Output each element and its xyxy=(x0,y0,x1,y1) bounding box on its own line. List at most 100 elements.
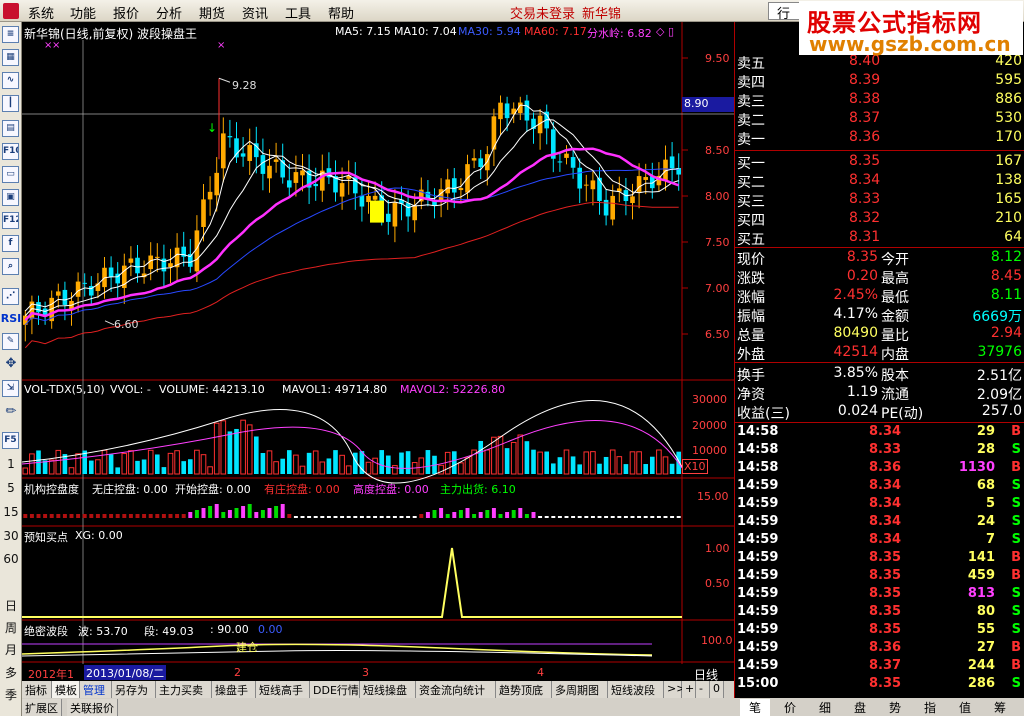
right-panel-tab[interactable]: 筹 xyxy=(985,699,1015,716)
move-icon[interactable]: ✥ xyxy=(2,356,20,371)
buy-level-row[interactable]: 买五 8.31 64 xyxy=(735,229,1024,248)
tick-row[interactable]: 14:59 8.35 141 B xyxy=(735,550,1024,568)
right-panel-tab[interactable]: 细 xyxy=(810,699,840,716)
indicator-tab[interactable]: 操盘手 xyxy=(212,681,256,698)
sell-level-row[interactable]: 卖三 8.38 886 xyxy=(735,91,1024,110)
tick-row[interactable]: 14:59 8.36 27 B xyxy=(735,640,1024,658)
sell-level-row[interactable]: 卖一 8.36 170 xyxy=(735,129,1024,148)
indicator-tab[interactable]: >> xyxy=(664,681,685,698)
menu-analysis[interactable]: 分析 xyxy=(156,3,182,22)
tick-row[interactable]: 14:59 8.34 24 S xyxy=(735,514,1024,532)
period-quarter[interactable]: 季 xyxy=(0,686,22,703)
indicator-tab[interactable]: 短线高手 xyxy=(256,681,310,698)
menu-tools[interactable]: 工具 xyxy=(285,3,311,22)
indicator-tab[interactable]: 趋势顶底 xyxy=(496,681,552,698)
expand-icon[interactable]: ◇ ▯ xyxy=(656,25,674,38)
app-icon[interactable] xyxy=(3,3,19,19)
tick-row[interactable]: 15:00 8.35 286 S xyxy=(735,676,1024,694)
right-panel-tab[interactable]: 势 xyxy=(880,699,910,716)
report-icon[interactable]: ▣ xyxy=(2,189,19,206)
kline-chart-svg[interactable]: × × ×↓ xyxy=(22,22,734,664)
tab-related-quote[interactable]: 关联报价 xyxy=(67,699,118,716)
tick-row[interactable]: 14:58 8.33 28 S xyxy=(735,442,1024,460)
indicator-tab[interactable]: 指标 xyxy=(22,681,52,698)
right-panel-tab[interactable]: 笔 xyxy=(740,699,770,716)
right-panel-tab[interactable]: 指 xyxy=(915,699,945,716)
right-panel-tab[interactable]: 价 xyxy=(775,699,805,716)
rsi-button[interactable]: RSI xyxy=(0,312,22,325)
indicator-tab[interactable]: + xyxy=(682,681,696,698)
indicator-tab[interactable]: 短线操盘 xyxy=(360,681,416,698)
menu-function[interactable]: 功能 xyxy=(70,3,96,22)
menu-help[interactable]: 帮助 xyxy=(328,3,354,22)
kline-chart-area[interactable]: × × × ↓ 新华锦(日线,前复权) 波段操盘王 MA5: 7.15 MA10: 7… xyxy=(22,22,734,682)
formula-icon[interactable]: f xyxy=(2,235,19,252)
indicator-tab[interactable]: DDE行情 xyxy=(310,681,360,698)
export-icon[interactable]: ⇲ xyxy=(2,380,19,397)
vol-indicator-name[interactable]: VOL-TDX(5,10) xyxy=(24,383,105,396)
inst-indicator-name[interactable]: 机构控盘度 xyxy=(24,481,79,497)
menu-system[interactable]: 系统 xyxy=(28,3,54,22)
tool-icon[interactable]: ✎ xyxy=(2,333,19,350)
news-icon[interactable]: ▤ xyxy=(2,120,19,137)
buy-level-row[interactable]: 买四 8.32 210 xyxy=(735,210,1024,229)
period-week[interactable]: 周 xyxy=(0,619,22,636)
indicator-tab[interactable]: 模板 xyxy=(52,681,80,698)
trend-icon[interactable]: ⋰ xyxy=(2,288,19,305)
tick-row[interactable]: 14:59 8.35 813 S xyxy=(735,586,1024,604)
period-day[interactable]: 日 xyxy=(0,597,22,614)
tick-row[interactable]: 14:59 8.34 68 S xyxy=(735,478,1024,496)
right-panel-tab[interactable]: 盘 xyxy=(845,699,875,716)
period-30min[interactable]: 30 xyxy=(0,529,22,543)
volume-bar xyxy=(240,419,246,475)
f10-icon[interactable]: F10 xyxy=(2,143,19,160)
tab-extension[interactable]: 扩展区 xyxy=(22,699,62,716)
tick-row[interactable]: 14:59 8.35 55 S xyxy=(735,622,1024,640)
pen-icon[interactable]: ✏ xyxy=(2,404,20,419)
tick-row[interactable]: 14:58 8.34 29 B xyxy=(735,424,1024,442)
right-panel-tab[interactable]: 值 xyxy=(950,699,980,716)
trade-login-status[interactable]: 交易未登录 xyxy=(510,3,575,22)
buy-level-row[interactable]: 买二 8.34 138 xyxy=(735,172,1024,191)
tick-row[interactable]: 14:59 8.35 80 S xyxy=(735,604,1024,622)
indicator-tab[interactable]: 另存为 xyxy=(112,681,156,698)
menu-quote[interactable]: 报价 xyxy=(113,3,139,22)
prebuy-indicator-name[interactable]: 预知买点 xyxy=(24,529,68,545)
sell-level-row[interactable]: 卖二 8.37 530 xyxy=(735,110,1024,129)
indicator-tab[interactable]: 短线波段 xyxy=(608,681,664,698)
f12-icon[interactable]: F12 xyxy=(2,212,19,229)
hang-selector[interactable]: 行 xyxy=(768,2,802,22)
tick-row[interactable]: 14:59 8.35 459 B xyxy=(735,568,1024,586)
period-5min[interactable]: 5 xyxy=(0,481,22,495)
buy-level-row[interactable]: 买一 8.35 167 xyxy=(735,153,1024,172)
period-1min[interactable]: 1 xyxy=(0,457,22,471)
indicator-tab[interactable]: - xyxy=(696,681,710,698)
period-60min[interactable]: 60 xyxy=(0,552,22,566)
indicator-tab[interactable]: 多周期图 xyxy=(552,681,608,698)
menu-futures[interactable]: 期货 xyxy=(199,3,225,22)
quote-list-icon[interactable]: ≡ xyxy=(2,26,19,43)
period-month[interactable]: 月 xyxy=(0,641,22,658)
tick-price: 8.35 xyxy=(869,622,902,637)
period-15min[interactable]: 15 xyxy=(0,505,22,519)
stat-label: 外盘 xyxy=(737,347,765,363)
indicator-tab[interactable]: 0 xyxy=(710,681,724,698)
search-icon[interactable]: ⌕ xyxy=(2,258,19,275)
period-multi[interactable]: 多 xyxy=(0,664,22,681)
sell-level-row[interactable]: 卖四 8.39 595 xyxy=(735,72,1024,91)
indicator-tab[interactable]: 管理 xyxy=(80,681,112,698)
indicator-tab[interactable]: 资金流向统计 xyxy=(416,681,496,698)
tick-row[interactable]: 14:59 8.34 7 S xyxy=(735,532,1024,550)
f5-button[interactable]: F5 xyxy=(2,432,19,449)
tick-row[interactable]: 14:58 8.36 1130 B xyxy=(735,460,1024,478)
tick-row[interactable]: 14:59 8.34 5 S xyxy=(735,496,1024,514)
grid-icon[interactable]: ▦ xyxy=(2,49,19,66)
buy-level-row[interactable]: 买三 8.33 165 xyxy=(735,191,1024,210)
line-chart-icon[interactable]: ∿ xyxy=(2,72,19,89)
indicator-tab[interactable]: 主力买卖 xyxy=(156,681,212,698)
doc-icon[interactable]: ▭ xyxy=(2,166,19,183)
candle-icon[interactable]: ┃ xyxy=(2,95,19,112)
tick-row[interactable]: 14:59 8.37 244 B xyxy=(735,658,1024,676)
menu-news[interactable]: 资讯 xyxy=(242,3,268,22)
wave-indicator-name[interactable]: 绝密波段 xyxy=(24,623,68,639)
